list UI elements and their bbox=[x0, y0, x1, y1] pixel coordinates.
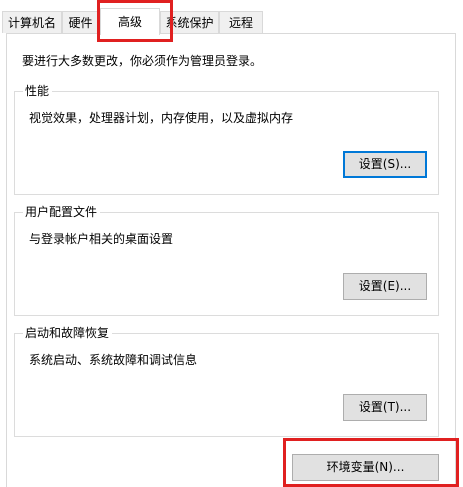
user-profiles-settings-button[interactable]: 设置(E)... bbox=[343, 273, 427, 300]
performance-group: 性能 视觉效果，处理器计划，内存使用，以及虚拟内存 设置(S)... bbox=[14, 83, 439, 195]
performance-group-title: 性能 bbox=[23, 83, 53, 99]
tab-label: 硬件 bbox=[68, 16, 93, 30]
tab-system-protection[interactable]: 系统保护 bbox=[160, 11, 219, 33]
tab-label: 高级 bbox=[117, 15, 142, 29]
startup-recovery-description: 系统启动、系统故障和调试信息 bbox=[29, 353, 198, 367]
environment-variables-button[interactable]: 环境变量(N)... bbox=[292, 454, 439, 481]
user-profiles-description: 与登录帐户相关的桌面设置 bbox=[29, 232, 174, 246]
startup-recovery-group: 启动和故障恢复 系统启动、系统故障和调试信息 设置(T)... bbox=[14, 325, 439, 437]
tab-label: 系统保护 bbox=[165, 16, 214, 30]
startup-recovery-group-title: 启动和故障恢复 bbox=[23, 325, 113, 341]
performance-description: 视觉效果，处理器计划，内存使用，以及虚拟内存 bbox=[29, 111, 294, 125]
performance-settings-button[interactable]: 设置(S)... bbox=[343, 151, 427, 178]
tab-label: 计算机名 bbox=[7, 16, 56, 30]
user-profiles-group: 用户配置文件 与登录帐户相关的桌面设置 设置(E)... bbox=[14, 204, 439, 316]
tab-hardware[interactable]: 硬件 bbox=[62, 11, 99, 33]
tab-computer-name[interactable]: 计算机名 bbox=[2, 11, 62, 33]
admin-note: 要进行大多数更改，你必须作为管理员登录。 bbox=[22, 54, 263, 68]
tab-remote[interactable]: 远程 bbox=[219, 11, 263, 33]
user-profiles-group-title: 用户配置文件 bbox=[23, 204, 101, 220]
system-properties-advanced-page: 计算机名 硬件 高级 系统保护 远程 要进行大多数更改，你必须作为管理员登录。 … bbox=[0, 0, 463, 487]
tab-advanced[interactable]: 高级 bbox=[100, 8, 160, 35]
startup-recovery-settings-button[interactable]: 设置(T)... bbox=[343, 394, 427, 421]
tab-label: 远程 bbox=[228, 16, 253, 30]
